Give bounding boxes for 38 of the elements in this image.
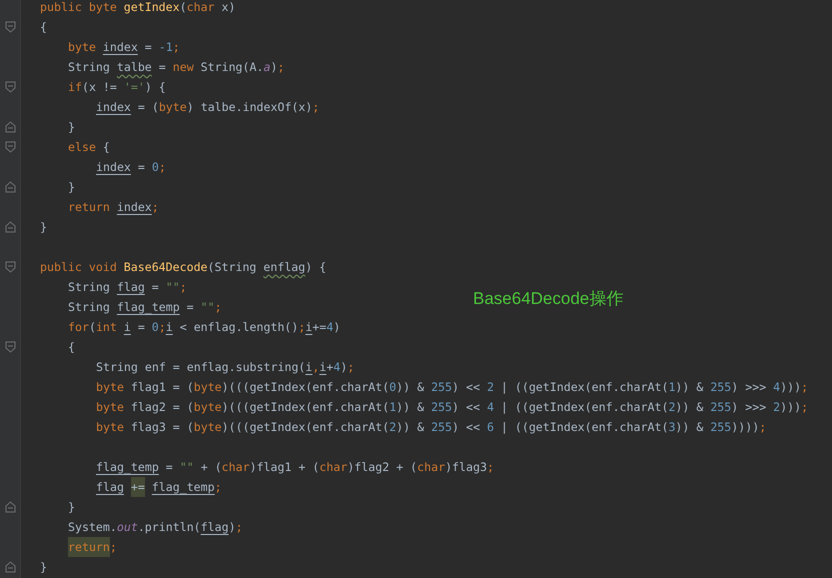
fold-icon[interactable] (4, 121, 16, 133)
code-line: String flag = ""; (68, 279, 187, 296)
code-line: flag_temp = "" + (char)flag1 + (char)flag2 + (char)flag3; (96, 459, 494, 476)
code-line: for(int i = 0;i < enflag.length();i+=4) (68, 319, 340, 336)
fold-icon[interactable] (4, 181, 16, 193)
code-line: String enf = enflag.substring(i,i+4); (96, 359, 354, 376)
fold-icon[interactable] (4, 341, 16, 353)
fold-icon[interactable] (4, 81, 16, 93)
code-line: flag += flag_temp; (96, 477, 222, 497)
code-line: public byte getIndex(char x) (40, 0, 236, 16)
fold-icon[interactable] (4, 21, 16, 33)
code-line: String talbe = new String(A.a); (68, 59, 284, 76)
code-line: return; (68, 537, 117, 557)
code-line: } (68, 499, 75, 516)
fold-icon[interactable] (4, 141, 16, 153)
code-line: } (68, 119, 75, 136)
fold-icon[interactable] (4, 501, 16, 513)
code-line: byte flag2 = (byte)(((getIndex(enf.charAt(1)) & 255) << 4 | ((getIndex(enf.charAt(2)) & 255) >>> 2))); (96, 399, 808, 416)
code-line: String flag_temp = ""; (68, 299, 222, 316)
code-line: { (68, 339, 75, 356)
fold-icon[interactable] (4, 221, 16, 233)
fold-icon[interactable] (4, 561, 16, 573)
code-line: System.out.println(flag); (68, 519, 243, 536)
code-line: byte flag3 = (byte)(((getIndex(enf.charAt(2)) & 255) << 6 | ((getIndex(enf.charAt(3)) & 255)))); (96, 419, 766, 436)
code-line: } (40, 559, 47, 576)
annotation-text: Base64Decode操作 (473, 288, 624, 310)
code-line: byte flag1 = (byte)(((getIndex(enf.charAt(0)) & 255) << 2 | ((getIndex(enf.charAt(1)) & 255) >>> 4))); (96, 379, 808, 396)
fold-icon[interactable] (4, 261, 16, 273)
code-line: if(x != '=') { (68, 79, 166, 96)
code-line: } (40, 219, 47, 236)
code-line: } (68, 179, 75, 196)
code-line: return index; (68, 199, 159, 216)
code-line: index = 0; (96, 159, 166, 176)
code-line: public void Base64Decode(String enflag) { (40, 259, 326, 276)
code-line: else { (68, 139, 110, 156)
code-line: { (40, 19, 47, 36)
code-line: index = (byte) talbe.indexOf(x); (96, 99, 320, 116)
code-line: byte index = -1; (68, 39, 180, 56)
